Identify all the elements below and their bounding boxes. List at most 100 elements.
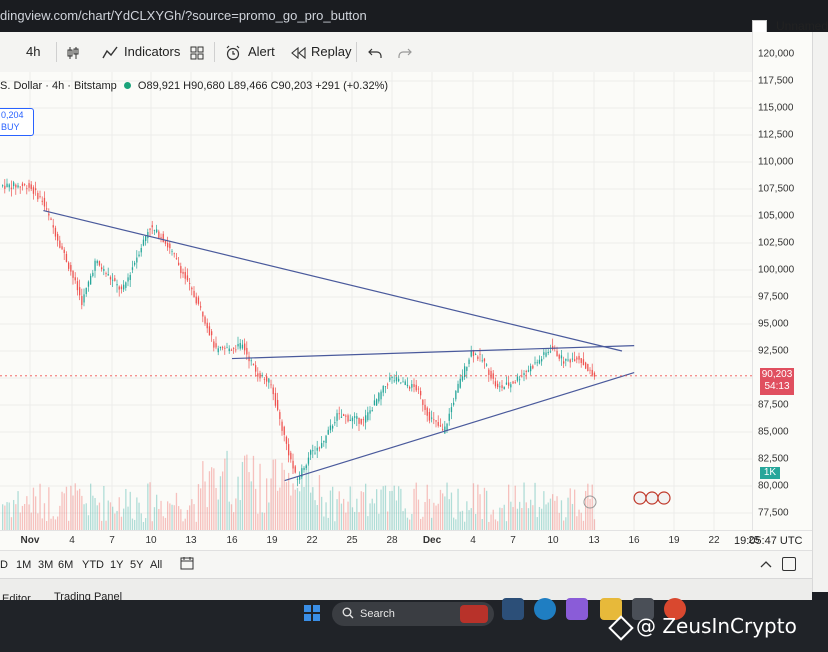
volume-bar: [200, 488, 202, 530]
chart-pane[interactable]: [0, 72, 752, 530]
undo-icon[interactable]: [368, 32, 382, 72]
volume-bar: [140, 513, 142, 530]
volume-bar: [428, 498, 431, 530]
layout-name[interactable]: Unnamed: [776, 19, 828, 33]
candle-body: [585, 362, 587, 369]
time-tick-label: 28: [386, 535, 398, 546]
volume-bar: [129, 491, 131, 530]
candle-body: [516, 376, 519, 381]
volume-bar: [593, 519, 596, 530]
candle-body: [536, 362, 538, 364]
price-tick-label: 117,500: [758, 75, 794, 87]
candle-body: [160, 237, 162, 239]
alarm-clock-icon[interactable]: [225, 32, 241, 72]
interval-button[interactable]: 4h: [26, 32, 40, 72]
volume-bar: [378, 513, 380, 530]
replay-button[interactable]: Replay: [311, 32, 351, 72]
alert-button[interactable]: Alert: [248, 32, 275, 72]
candle-body: [112, 279, 114, 281]
price-tick-label: 77,500: [758, 507, 789, 519]
volume-bar: [376, 489, 378, 530]
candle-body: [563, 361, 565, 364]
symbol-title[interactable]: S. Dollar · 4h · Bitstamp: [0, 80, 117, 92]
candle-body: [272, 387, 274, 395]
candle-body: [219, 346, 222, 349]
volume-bar: [217, 499, 219, 530]
copilot-icon[interactable]: [566, 598, 588, 620]
calendar-icon[interactable]: [180, 556, 194, 573]
candle-body: [556, 350, 558, 357]
edge-browser-icon[interactable]: [534, 598, 556, 620]
redo-icon[interactable]: [398, 32, 412, 72]
minimize-icon[interactable]: [782, 557, 796, 571]
market-open-icon: [123, 82, 131, 89]
replay-icon[interactable]: [290, 32, 306, 72]
chevron-up-icon[interactable]: [760, 559, 772, 571]
range-button[interactable]: 1Y: [110, 559, 123, 571]
candle-body: [94, 260, 96, 271]
browser-url-bar[interactable]: dingview.com/chart/YdCLXYGh/?source=prom…: [0, 0, 828, 35]
windows-start-icon[interactable]: [304, 605, 320, 626]
range-button[interactable]: All: [150, 559, 162, 571]
candle-body: [204, 316, 206, 324]
volume-bar: [318, 475, 321, 530]
candle-body: [189, 283, 191, 285]
candle-body: [206, 322, 208, 329]
candle-body: [134, 262, 136, 265]
candles-icon[interactable]: [66, 32, 80, 72]
volume-bar: [387, 511, 389, 530]
volume-bar: [195, 521, 197, 530]
candle-body: [389, 377, 391, 381]
volume-bar: [490, 514, 492, 530]
candle-body: [349, 419, 351, 421]
volume-bar: [125, 488, 127, 530]
candle-body: [217, 348, 219, 353]
volume-bar: [202, 461, 204, 530]
volume-bar: [453, 517, 455, 530]
volume-bar: [554, 500, 556, 530]
candle-body: [574, 359, 576, 362]
indicators-button[interactable]: Indicators: [124, 32, 180, 72]
candle-body: [178, 262, 180, 266]
volume-bar: [32, 487, 35, 530]
volume-bar: [365, 483, 367, 530]
volume-bar: [497, 521, 499, 530]
range-button[interactable]: 6M: [58, 559, 73, 571]
right-sidebar[interactable]: [812, 32, 828, 592]
volume-bar: [371, 498, 373, 530]
range-button[interactable]: YTD: [82, 559, 104, 571]
volume-bar: [477, 484, 479, 530]
clock-readout[interactable]: 19:05:47 UTC: [734, 535, 802, 547]
time-axis[interactable]: Nov 4 7 10 13 16 19 22 25 28 Dec 4 7 10 13 16 19 22 25: [0, 530, 812, 551]
buy-button[interactable]: 0,204 BUY: [0, 108, 34, 136]
price-chart[interactable]: [0, 72, 752, 530]
candle-body: [569, 359, 571, 363]
taskbar-search[interactable]: Search: [332, 602, 494, 626]
range-button[interactable]: 5Y: [130, 559, 143, 571]
range-button[interactable]: 1M: [16, 559, 31, 571]
symbol-legend[interactable]: S. Dollar · 4h · Bitstamp O89,921 H90,68…: [0, 80, 388, 92]
candle-body: [492, 373, 494, 379]
templates-icon[interactable]: [190, 32, 204, 72]
volume-bar: [574, 489, 576, 530]
range-button[interactable]: D: [0, 559, 8, 571]
candle-body: [129, 274, 131, 280]
volume-bar: [145, 518, 147, 530]
candle-body: [28, 183, 30, 188]
candle-body: [547, 351, 549, 354]
candle-body: [351, 417, 354, 422]
indicators-icon[interactable]: [102, 32, 118, 72]
candle-body: [426, 407, 428, 416]
range-button[interactable]: 3M: [38, 559, 53, 571]
volume-bar: [79, 488, 81, 530]
candle-body: [211, 331, 213, 336]
candle-body: [437, 422, 439, 426]
volume-bar: [296, 487, 299, 530]
camera-app-icon[interactable]: [502, 598, 524, 620]
url-text[interactable]: dingview.com/chart/YdCLXYGh/?source=prom…: [0, 8, 367, 23]
time-tick-label: 7: [109, 535, 115, 546]
price-tick-label: 105,000: [758, 210, 795, 222]
candle-body: [398, 378, 400, 382]
candle-body: [136, 257, 138, 263]
volume-bar: [39, 483, 41, 530]
